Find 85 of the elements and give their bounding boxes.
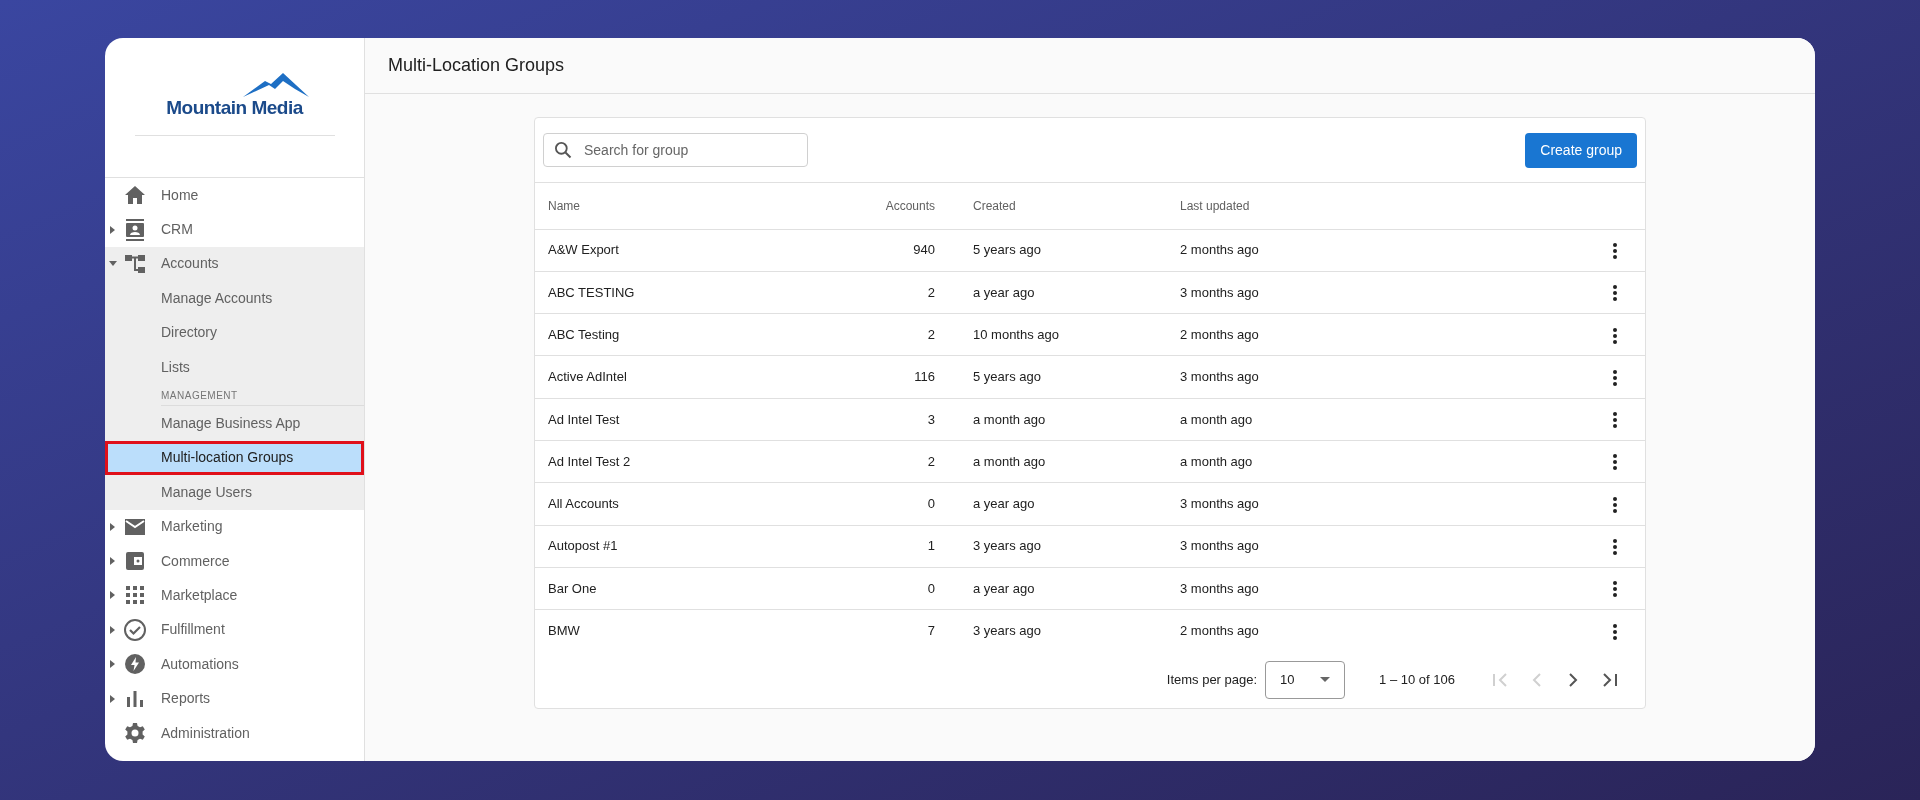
search-field[interactable]: Search for group xyxy=(543,133,808,167)
table-cell: 3 months ago xyxy=(1180,525,1585,568)
table-cell: ABC Testing xyxy=(535,313,835,356)
table-cell: a month ago xyxy=(1180,398,1585,441)
more-options-icon[interactable] xyxy=(1613,285,1617,302)
table-cell: a month ago xyxy=(935,398,1180,441)
contact-card-icon xyxy=(123,217,147,242)
table-cell: Ad Intel Test xyxy=(535,398,835,441)
nav-item[interactable]: Marketing xyxy=(105,509,364,544)
nav-subitem[interactable]: Manage Accounts xyxy=(105,281,364,316)
section-heading: MANAGEMENT xyxy=(161,384,364,407)
more-options-icon[interactable] xyxy=(1613,369,1617,386)
nav-subitem[interactable]: Manage Users xyxy=(105,475,364,510)
table-cell: a year ago xyxy=(935,482,1180,526)
nav-subitem[interactable]: Manage Business App xyxy=(105,406,364,441)
table-cell: a year ago xyxy=(935,567,1180,610)
more-options-icon[interactable] xyxy=(1613,454,1617,471)
column-header[interactable]: Name xyxy=(535,183,835,229)
table-cell: 2 xyxy=(835,440,935,483)
settings-icon xyxy=(123,721,147,746)
lightning-icon xyxy=(123,652,147,677)
table-cell: 3 months ago xyxy=(1180,567,1585,610)
nav-subitem[interactable]: Directory xyxy=(105,315,364,350)
table-cell: ABC TESTING xyxy=(535,271,835,314)
table-cell: a month ago xyxy=(935,440,1180,483)
table-cell: 3 years ago xyxy=(935,609,1180,652)
nav-item[interactable]: CRM xyxy=(105,212,364,247)
table-cell: 5 years ago xyxy=(935,229,1180,272)
items-per-page-label: Items per page: xyxy=(1166,671,1258,690)
table-cell: 3 months ago xyxy=(1180,355,1585,399)
table-cell: 3 xyxy=(835,398,935,441)
table-cell: 940 xyxy=(835,229,935,272)
dropdown-caret-icon xyxy=(1320,677,1331,683)
nav-item[interactable]: Commerce xyxy=(105,543,364,579)
nav-subitem[interactable]: Lists xyxy=(105,349,364,385)
table-cell: 3 months ago xyxy=(1180,482,1585,526)
table-cell: 2 months ago xyxy=(1180,609,1585,652)
page-size-select[interactable]: 10 xyxy=(1265,660,1346,699)
nav-item[interactable]: Administration xyxy=(105,715,364,751)
table-cell: Autopost #1 xyxy=(535,525,835,568)
more-options-icon[interactable] xyxy=(1613,623,1617,640)
logo-text: Mountain Media xyxy=(166,97,303,119)
more-options-icon[interactable] xyxy=(1613,242,1617,259)
nav-item[interactable]: Marketplace xyxy=(105,578,364,613)
table-cell: 3 years ago xyxy=(935,525,1180,568)
table-cell: a month ago xyxy=(1180,440,1585,483)
table-cell: Active AdIntel xyxy=(535,355,835,399)
more-options-icon[interactable] xyxy=(1613,539,1617,556)
more-options-icon[interactable] xyxy=(1613,496,1617,513)
nav-item[interactable]: Automations xyxy=(105,647,364,682)
table-cell: 116 xyxy=(835,355,935,399)
mountain-icon xyxy=(242,73,309,97)
table-cell: 0 xyxy=(835,567,935,610)
create-group-button[interactable]: Create group xyxy=(1525,132,1637,168)
nav-item[interactable]: Fulfillment xyxy=(105,612,364,648)
nav-item[interactable]: Home xyxy=(105,178,364,213)
page-title: Multi-Location Groups xyxy=(388,54,565,77)
table-cell: a year ago xyxy=(935,271,1180,314)
table-cell: A&W Export xyxy=(535,229,835,272)
nav-subitem[interactable]: Multi-location Groups xyxy=(105,440,364,476)
table-cell: 5 years ago xyxy=(935,355,1180,399)
table-cell: Bar One xyxy=(535,567,835,610)
search-icon xyxy=(553,140,573,160)
column-header[interactable]: Created xyxy=(935,183,1180,229)
nav-item[interactable]: Accounts xyxy=(105,246,364,282)
more-options-icon[interactable] xyxy=(1613,581,1617,598)
table-cell: 0 xyxy=(835,482,935,526)
more-options-icon[interactable] xyxy=(1613,327,1617,344)
more-options-icon[interactable] xyxy=(1613,412,1617,429)
nav-item[interactable]: Reports xyxy=(105,681,364,716)
table-cell: 3 months ago xyxy=(1180,271,1585,314)
column-header[interactable]: Accounts xyxy=(835,183,935,229)
table-cell: 2 xyxy=(835,313,935,356)
column-header[interactable]: Last updated xyxy=(1180,183,1585,229)
check-circle-icon xyxy=(123,617,147,642)
table-cell: All Accounts xyxy=(535,482,835,526)
page-range: 1 – 10 of 106 xyxy=(1379,671,1455,690)
table-cell: 7 xyxy=(835,609,935,652)
table-cell: 2 xyxy=(835,271,935,314)
table-cell: Ad Intel Test 2 xyxy=(535,440,835,483)
table-cell: 10 months ago xyxy=(935,313,1180,356)
table-cell: 1 xyxy=(835,525,935,568)
table-cell: 2 months ago xyxy=(1180,229,1585,272)
table-cell: 2 months ago xyxy=(1180,313,1585,356)
table-cell: BMW xyxy=(535,609,835,652)
